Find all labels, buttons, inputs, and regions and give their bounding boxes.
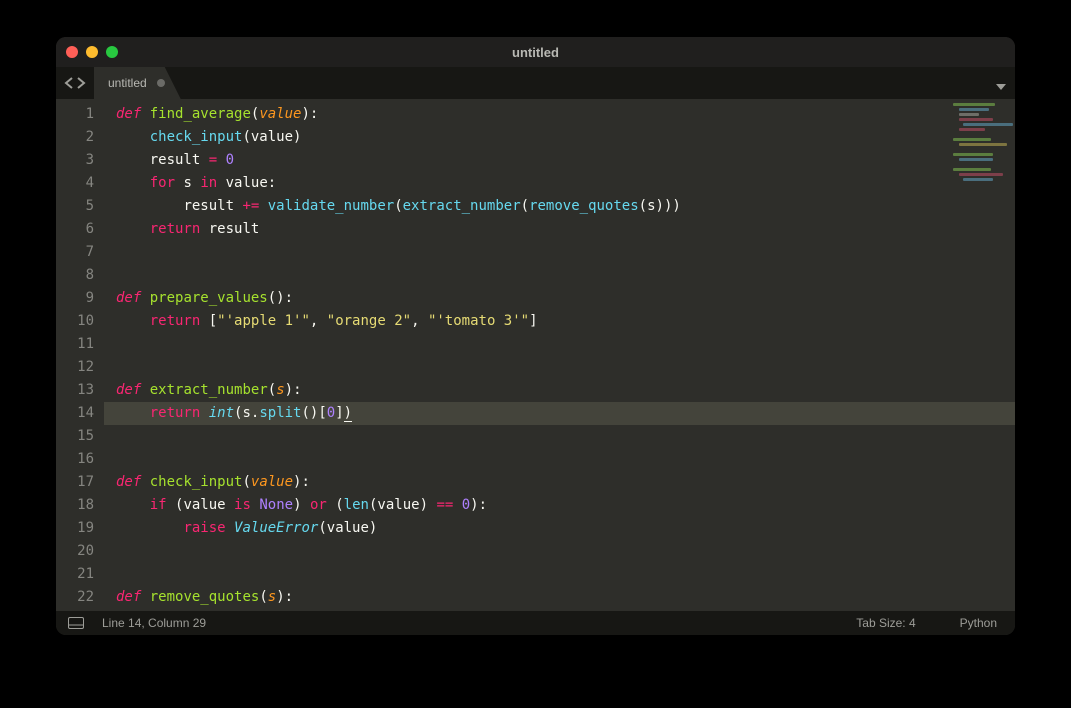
code-line[interactable]: def extract_number(s): xyxy=(104,379,1015,402)
tab-label: untitled xyxy=(108,76,147,90)
editor-area[interactable]: 12345678910111213141516171819202122 def … xyxy=(56,99,1015,611)
line-number: 9 xyxy=(56,287,104,310)
code-line[interactable] xyxy=(104,448,1015,471)
code-line[interactable]: return result xyxy=(104,218,1015,241)
code-line[interactable] xyxy=(104,241,1015,264)
unsaved-indicator-icon xyxy=(157,79,165,87)
editor-window: untitled untitled 1234567891011121314151… xyxy=(56,37,1015,635)
code-line[interactable]: def prepare_values(): xyxy=(104,287,1015,310)
line-number: 20 xyxy=(56,540,104,563)
panel-switcher-icon[interactable] xyxy=(68,617,84,629)
code-line[interactable] xyxy=(104,425,1015,448)
code-line[interactable]: def remove_quotes(s): xyxy=(104,586,1015,609)
history-nav xyxy=(56,67,94,99)
code-line[interactable] xyxy=(104,264,1015,287)
zoom-icon[interactable] xyxy=(106,46,118,58)
line-number: 7 xyxy=(56,241,104,264)
line-number: 5 xyxy=(56,195,104,218)
line-number: 12 xyxy=(56,356,104,379)
code-line[interactable]: check_input(value) xyxy=(104,126,1015,149)
line-number: 11 xyxy=(56,333,104,356)
close-icon[interactable] xyxy=(66,46,78,58)
line-number: 8 xyxy=(56,264,104,287)
window-controls xyxy=(66,46,118,58)
nav-forward-icon[interactable] xyxy=(76,77,86,89)
line-number: 2 xyxy=(56,126,104,149)
status-line-col[interactable]: Line 14, Column 29 xyxy=(102,616,206,630)
line-number: 17 xyxy=(56,471,104,494)
line-number: 21 xyxy=(56,563,104,586)
code-line[interactable]: result += validate_number(extract_number… xyxy=(104,195,1015,218)
tabs-dropdown-icon[interactable] xyxy=(995,77,1007,96)
code-line[interactable]: def check_input(value): xyxy=(104,471,1015,494)
status-tab-size[interactable]: Tab Size: 4 xyxy=(856,616,915,630)
code-line[interactable]: def find_average(value): xyxy=(104,103,1015,126)
line-number: 15 xyxy=(56,425,104,448)
code-line[interactable] xyxy=(104,356,1015,379)
line-number: 14 xyxy=(56,402,104,425)
code-line[interactable]: for s in value: xyxy=(104,172,1015,195)
line-number: 6 xyxy=(56,218,104,241)
line-number: 16 xyxy=(56,448,104,471)
minimize-icon[interactable] xyxy=(86,46,98,58)
line-number: 4 xyxy=(56,172,104,195)
code-line[interactable]: result = 0 xyxy=(104,149,1015,172)
code-line[interactable] xyxy=(104,563,1015,586)
line-number: 19 xyxy=(56,517,104,540)
line-number: 13 xyxy=(56,379,104,402)
code-line[interactable] xyxy=(104,333,1015,356)
status-language[interactable]: Python xyxy=(960,616,997,630)
line-number: 18 xyxy=(56,494,104,517)
code-line[interactable]: return int(s.split()[0]) xyxy=(104,402,1015,425)
code-line[interactable]: raise ValueError(value) xyxy=(104,517,1015,540)
nav-back-icon[interactable] xyxy=(64,77,74,89)
line-number-gutter: 12345678910111213141516171819202122 xyxy=(56,99,104,611)
line-number: 3 xyxy=(56,149,104,172)
line-number: 22 xyxy=(56,586,104,609)
tab-bar: untitled xyxy=(56,67,1015,99)
line-number: 1 xyxy=(56,103,104,126)
file-tab[interactable]: untitled xyxy=(94,67,181,99)
code-line[interactable]: return ["'apple 1'", "orange 2", "'tomat… xyxy=(104,310,1015,333)
code-line[interactable] xyxy=(104,540,1015,563)
code-content[interactable]: def find_average(value): check_input(val… xyxy=(104,99,1015,611)
status-bar: Line 14, Column 29 Tab Size: 4 Python xyxy=(56,611,1015,635)
line-number: 10 xyxy=(56,310,104,333)
window-title: untitled xyxy=(56,45,1015,60)
titlebar: untitled xyxy=(56,37,1015,67)
code-line[interactable]: if (value is None) or (len(value) == 0): xyxy=(104,494,1015,517)
